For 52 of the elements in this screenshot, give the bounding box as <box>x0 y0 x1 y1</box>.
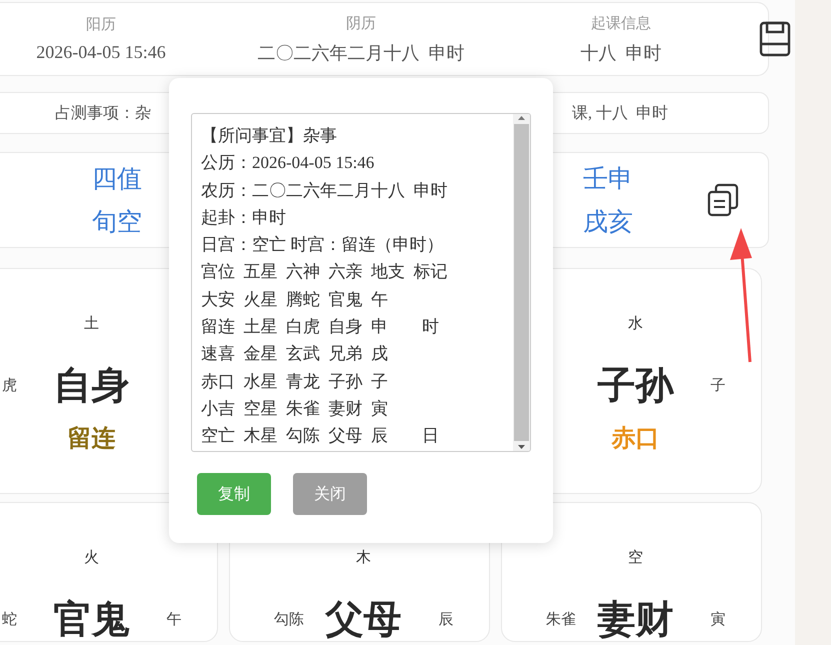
copy-icon[interactable] <box>707 183 739 217</box>
field-value: 十八 申时 <box>580 42 662 64</box>
branch-label: 寅 <box>710 610 726 628</box>
element-label: 水 <box>628 314 643 332</box>
text-line: 小吉 空星 朱雀 妻财 寅 <box>201 398 389 420</box>
relation-label: 子孙 <box>598 364 674 408</box>
relation-label: 妻财 <box>598 598 674 642</box>
element-label: 土 <box>84 314 99 332</box>
scroll-up-icon[interactable] <box>517 114 526 122</box>
relation-label: 官鬼 <box>54 598 130 642</box>
god-label: 朱雀 <box>546 610 576 628</box>
info-value: 四值 <box>92 165 142 195</box>
text-line: 留连 土星 白虎 自身 申 时 <box>201 316 440 338</box>
summary-text: 课, 十八 申时 <box>572 104 668 124</box>
text-line: 宫位 五星 六神 六亲 地支 标记 <box>201 261 448 284</box>
scroll-down-icon[interactable] <box>517 443 526 451</box>
text-line: 公历：2026-04-05 15:46 <box>201 152 376 174</box>
text-line: 速喜 金星 玄武 兄弟 戌 <box>201 343 389 366</box>
text-line: 【所问事宜】杂事 <box>201 125 338 147</box>
relation-label: 自身 <box>54 364 130 408</box>
close-button[interactable]: 关闭 <box>293 473 367 515</box>
branch-label: 午 <box>166 610 182 628</box>
relation-label: 父母 <box>326 598 402 642</box>
info-value: 戌亥 <box>583 208 633 238</box>
info-value: 旬空 <box>92 208 142 238</box>
god-label: 勾陈 <box>274 610 304 628</box>
save-icon[interactable] <box>759 21 791 57</box>
field-value: 2026-04-05 15:46 <box>36 42 166 63</box>
info-value: 壬申 <box>583 165 633 195</box>
palace-name: 留连 <box>68 425 116 454</box>
text-area[interactable]: 【所问事宜】杂事 公历：2026-04-05 15:46 农历：二〇二六年二月十八 申时 起卦：申时 日宫：空亡 时宫：留连（申时） 宫位 五星 六神 六亲 地支 标记 大安 火星 腾蛇 官鬼 午 留连 土星 白虎 自身 申 时 速喜 金星 玄武 兄弟 戌 赤口 水星 青龙 子孙 子 小吉 空星 朱雀 妻财 寅 空亡 木星 勾陈 父母 辰 日 <box>191 113 531 452</box>
branch-label: 子 <box>710 376 726 394</box>
god-label: 虎 <box>2 376 17 394</box>
text-line: 农历：二〇二六年二月十八 申时 <box>201 180 448 202</box>
god-label: 蛇 <box>2 610 17 628</box>
element-label: 火 <box>84 548 99 566</box>
summary-text: 占测事项：杂 <box>55 104 151 124</box>
text-line: 空亡 木星 勾陈 父母 辰 日 <box>201 425 440 448</box>
text-line: 日宫：空亡 时宫：留连（申时） <box>201 234 444 256</box>
copy-button[interactable]: 复制 <box>197 473 271 515</box>
element-label: 空 <box>628 548 643 566</box>
field-label: 阳历 <box>86 16 116 34</box>
text-line: 起卦：申时 <box>201 206 287 229</box>
branch-label: 辰 <box>438 610 454 628</box>
text-line: 赤口 水星 青龙 子孙 子 <box>201 370 389 393</box>
element-label: 木 <box>356 548 371 566</box>
field-label: 起课信息 <box>591 14 651 32</box>
text-line: 大安 火星 腾蛇 官鬼 午 <box>201 288 389 311</box>
palace-name: 赤口 <box>612 424 660 454</box>
field-value: 二〇二六年二月十八 申时 <box>258 42 464 64</box>
scrollbar[interactable] <box>513 114 530 451</box>
field-label: 阴历 <box>346 14 376 32</box>
